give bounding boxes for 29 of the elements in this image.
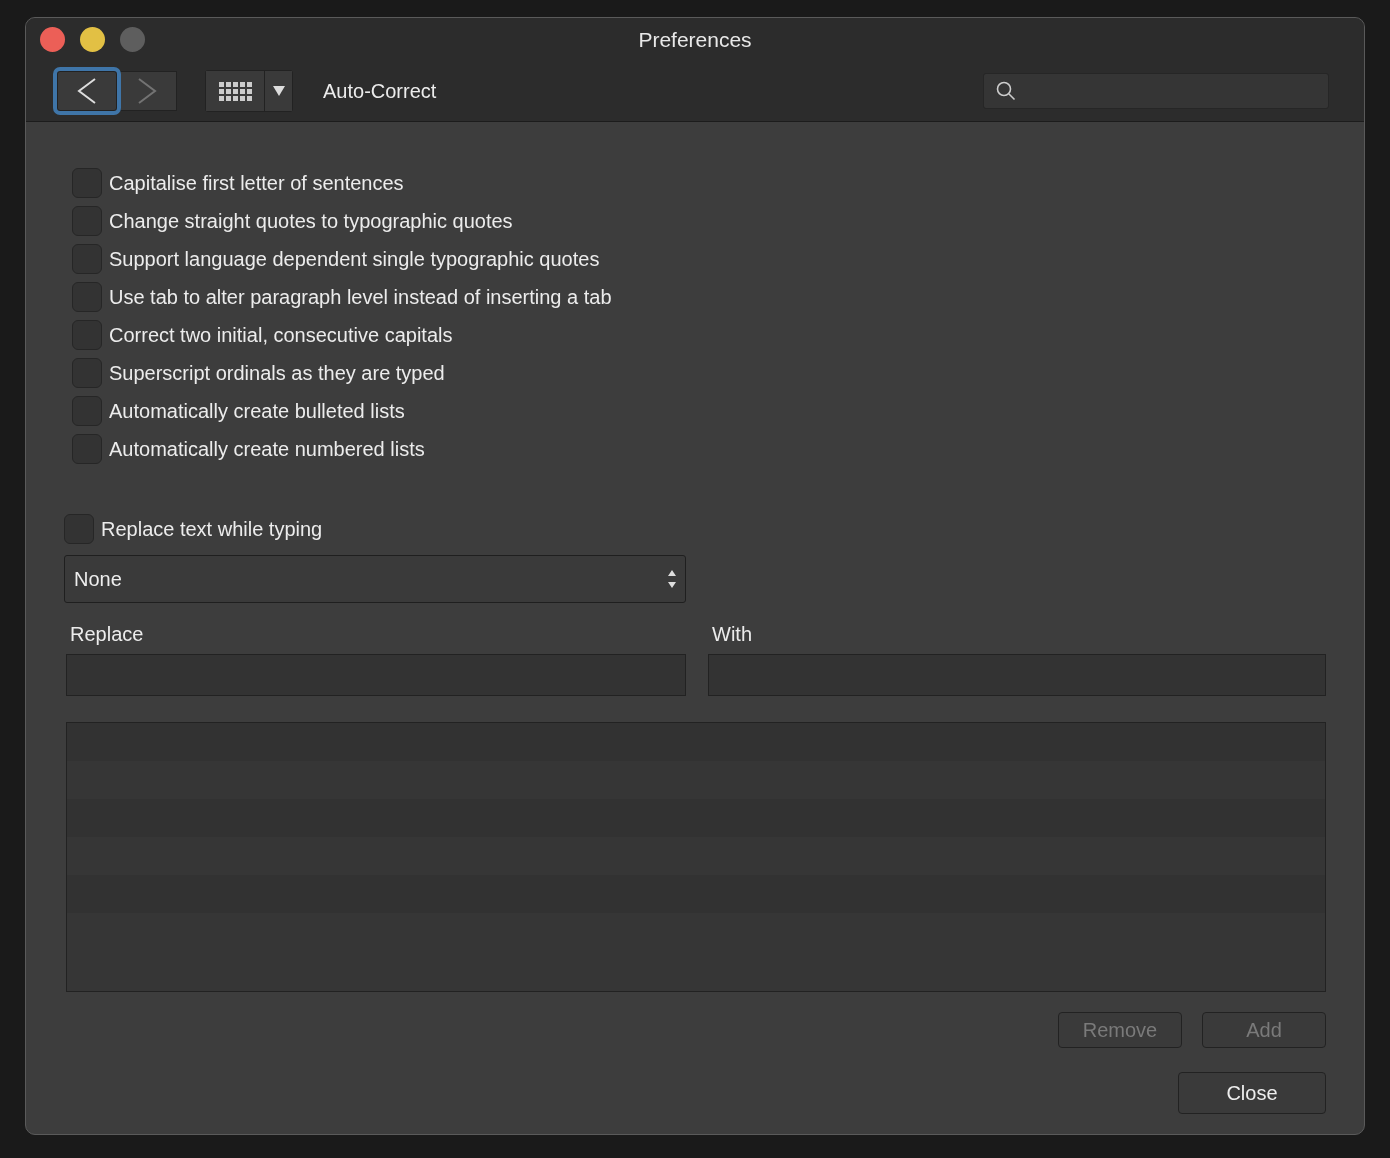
search-icon (996, 81, 1016, 101)
chevron-right-icon (137, 78, 157, 104)
with-field[interactable] (708, 654, 1326, 696)
grid-icon (218, 81, 252, 101)
list-select[interactable]: None (64, 555, 686, 603)
close-window-button[interactable] (40, 27, 65, 52)
replace-field[interactable] (66, 654, 686, 696)
checkbox-label: Change straight quotes to typographic quotes (109, 209, 513, 233)
search-field[interactable] (983, 73, 1329, 109)
close-button[interactable]: Close (1178, 1072, 1326, 1114)
field-label: Replace (69, 623, 144, 646)
window-title: Preferences (638, 27, 752, 51)
triangle-down-icon (272, 86, 285, 96)
checkbox-label: Correct two initial, consecutive capitals (109, 323, 453, 347)
checkbox-label: Automatically create bulleted lists (109, 399, 405, 423)
chevron-left-icon (77, 78, 97, 104)
checkbox-label: Capitalise first letter of sentences (109, 171, 404, 195)
checkbox-label: Superscript ordinals as they are typed (109, 361, 445, 385)
section-title: Auto-Correct (323, 79, 437, 103)
checkbox-label: Support language dependent single typographic quotes (109, 247, 600, 271)
minimize-window-button[interactable] (80, 27, 105, 52)
up-down-arrows-icon (667, 568, 677, 590)
dropdown-button[interactable] (264, 71, 292, 111)
zoom-window-button[interactable] (120, 27, 145, 52)
field-label: With (711, 623, 752, 646)
checkbox-label: Use tab to alter paragraph level instead of inserting a tab (109, 285, 612, 309)
checkbox-label: Replace text while typing (101, 517, 323, 541)
grid-view-button[interactable] (206, 71, 264, 111)
checkbox-label: Automatically create numbered lists (109, 437, 425, 461)
